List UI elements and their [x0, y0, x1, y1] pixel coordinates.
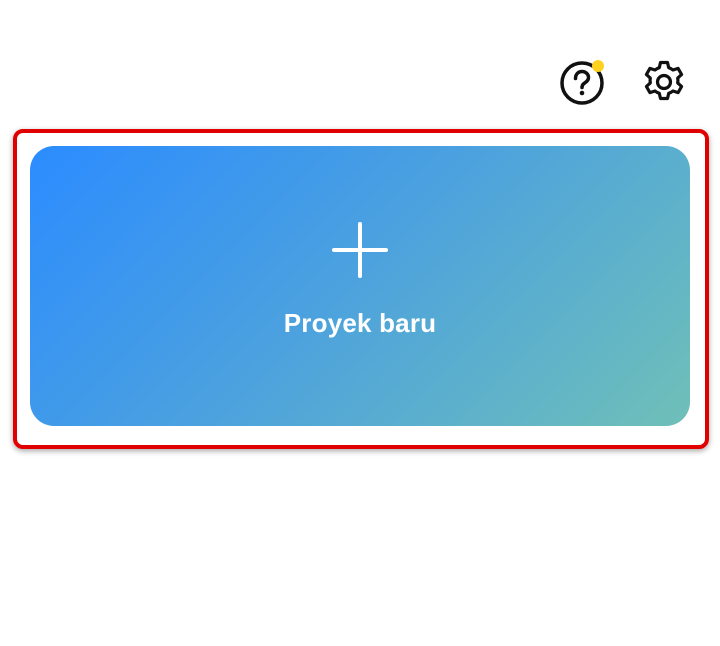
- new-project-label: Proyek baru: [283, 307, 437, 338]
- gear-icon: [644, 60, 684, 101]
- notification-dot: [592, 60, 604, 72]
- header-actions: [558, 58, 688, 106]
- settings-button[interactable]: [640, 58, 688, 106]
- new-project-button[interactable]: Proyek baru: [30, 146, 690, 426]
- plus-icon: [332, 221, 388, 278]
- help-button[interactable]: [558, 58, 606, 106]
